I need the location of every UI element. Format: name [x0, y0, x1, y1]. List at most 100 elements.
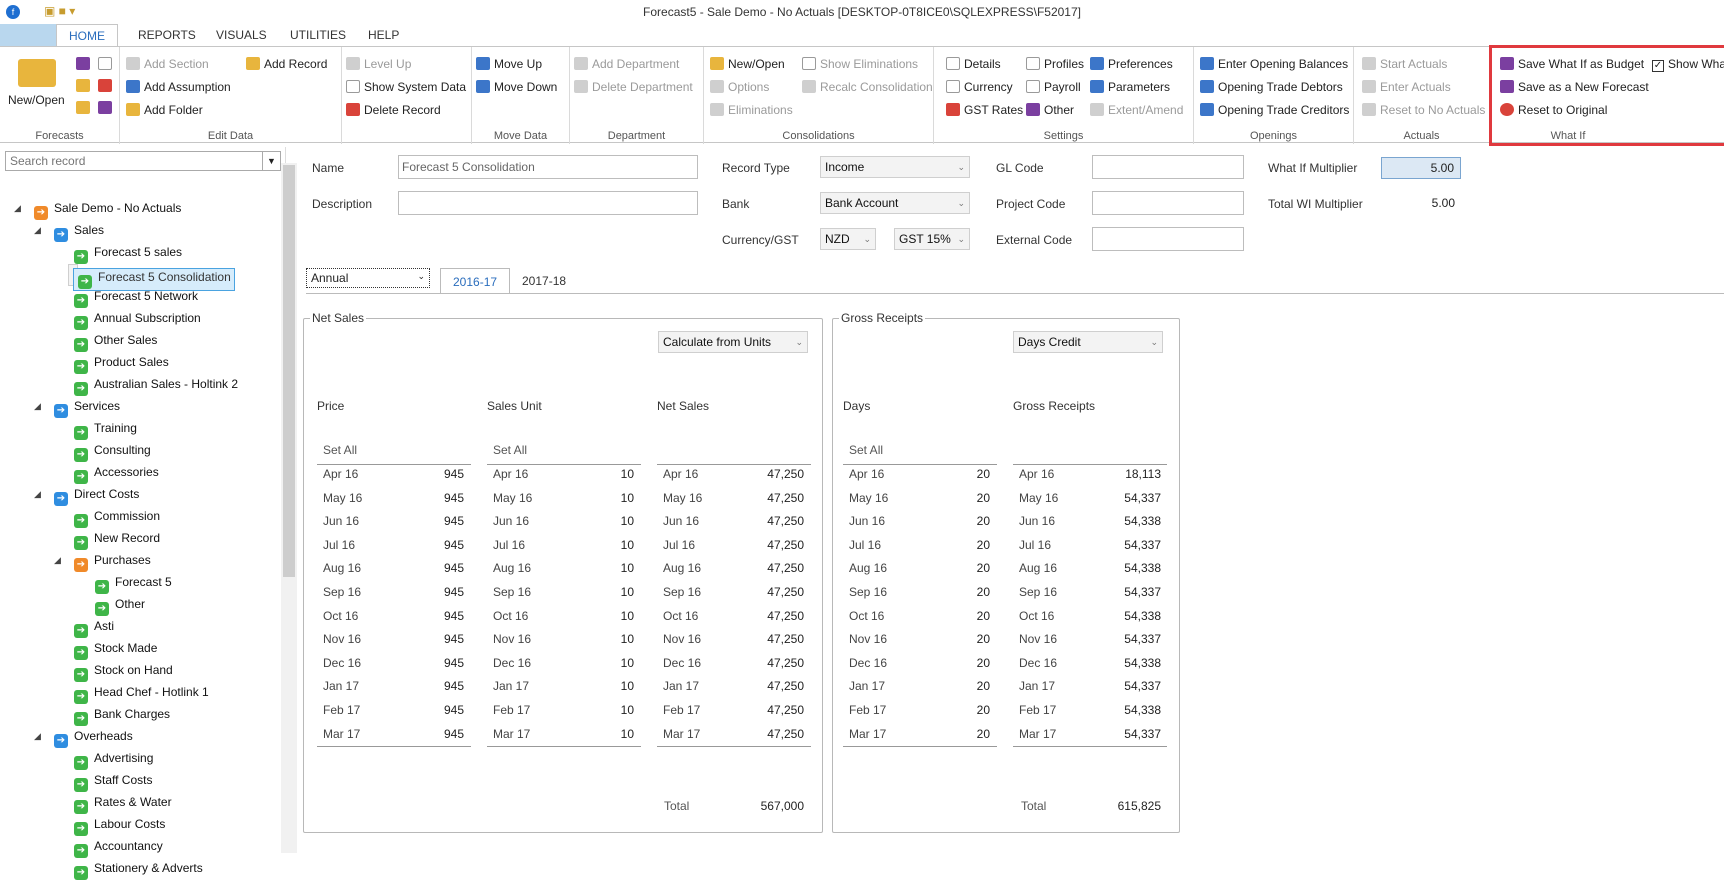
- opening-trade-creditors-button[interactable]: Opening Trade Creditors: [1200, 101, 1349, 119]
- days-cell[interactable]: 20: [930, 703, 990, 717]
- delete-record-button[interactable]: Delete Record: [346, 101, 441, 119]
- price-cell[interactable]: 945: [404, 609, 464, 623]
- tree-node-purchases[interactable]: ◢ ➔ Purchases: [54, 550, 151, 572]
- price-cell[interactable]: 945: [404, 727, 464, 741]
- tree-node-record[interactable]: ➔ Forecast 5 Network: [74, 286, 198, 308]
- days-cell[interactable]: 20: [930, 609, 990, 623]
- days-cell[interactable]: 20: [930, 585, 990, 599]
- days-cell[interactable]: 20: [930, 679, 990, 693]
- add-section-button[interactable]: Add Section: [126, 55, 209, 73]
- tree-node-record[interactable]: ➔ Other: [95, 594, 145, 616]
- tree-node-record[interactable]: ➔ Labour Costs: [74, 814, 165, 836]
- price-cell[interactable]: 945: [404, 585, 464, 599]
- gross-receipts-method-select[interactable]: Days Credit ⌄: [1013, 331, 1163, 353]
- days-cell[interactable]: 20: [930, 656, 990, 670]
- tree-node-record[interactable]: ➔ Staff Costs: [74, 770, 152, 792]
- tree-node-root[interactable]: ◢ ➔ Sale Demo - No Actuals: [14, 198, 181, 220]
- sales-unit-cell[interactable]: 10: [574, 514, 634, 528]
- delete-department-button[interactable]: Delete Department: [574, 78, 693, 96]
- description-field[interactable]: [398, 191, 698, 215]
- show-eliminations-checkbox[interactable]: Show Eliminations: [802, 55, 918, 73]
- price-cell[interactable]: 945: [404, 491, 464, 505]
- collapse-arrow-icon[interactable]: ◢: [34, 726, 41, 746]
- tab-home[interactable]: HOME: [56, 24, 118, 46]
- net-sales-method-select[interactable]: Calculate from Units ⌄: [658, 331, 808, 353]
- price-cell[interactable]: 945: [404, 632, 464, 646]
- tree-node-record[interactable]: ➔ Bank Charges: [74, 704, 170, 726]
- tree-node-direct-costs[interactable]: ◢ ➔ Direct Costs: [34, 484, 139, 506]
- tree-node-record[interactable]: ➔ Asti: [74, 616, 114, 638]
- consol-eliminations-button[interactable]: Eliminations: [710, 101, 793, 119]
- external-code-field[interactable]: [1092, 227, 1244, 251]
- extent-amend-button[interactable]: Extent/Amend: [1090, 101, 1183, 119]
- days-set-all[interactable]: Set All: [843, 441, 997, 465]
- tab-2016-17[interactable]: 2016-17: [440, 268, 511, 294]
- search-input[interactable]: [6, 152, 258, 170]
- file-tab[interactable]: [0, 24, 56, 46]
- tree-node-record[interactable]: ➔ Stock Made: [74, 638, 157, 660]
- tab-help[interactable]: HELP: [368, 28, 399, 42]
- show-system-data-button[interactable]: Show System Data: [346, 78, 466, 96]
- days-cell[interactable]: 20: [930, 561, 990, 575]
- days-cell[interactable]: 20: [930, 467, 990, 481]
- days-cell[interactable]: 20: [930, 514, 990, 528]
- tree-node-overheads[interactable]: ◢ ➔ Overheads: [34, 726, 133, 748]
- tab-visuals[interactable]: VISUALS: [216, 28, 267, 42]
- price-cell[interactable]: 945: [404, 561, 464, 575]
- tree-node-record[interactable]: ➔ Accessories: [74, 462, 159, 484]
- collapse-arrow-icon[interactable]: ◢: [54, 550, 61, 570]
- save-icon[interactable]: [76, 57, 90, 70]
- price-cell[interactable]: 945: [404, 514, 464, 528]
- move-down-button[interactable]: Move Down: [476, 78, 557, 96]
- sales-unit-cell[interactable]: 10: [574, 609, 634, 623]
- sales-unit-cell[interactable]: 10: [574, 679, 634, 693]
- consol-new-open-button[interactable]: New/Open: [710, 55, 785, 73]
- enter-opening-balances-button[interactable]: Enter Opening Balances: [1200, 55, 1348, 73]
- what-if-multiplier-field[interactable]: 5.00: [1381, 157, 1461, 179]
- tab-utilities[interactable]: UTILITIES: [290, 28, 346, 42]
- other-settings-button[interactable]: Other: [1026, 101, 1074, 119]
- parameters-button[interactable]: Parameters: [1090, 78, 1170, 96]
- details-button[interactable]: Details: [946, 55, 1001, 73]
- level-up-button[interactable]: Level Up: [346, 55, 411, 73]
- days-cell[interactable]: 20: [930, 632, 990, 646]
- tree-node-record[interactable]: ➔ Forecast 5 sales: [74, 242, 182, 264]
- price-cell[interactable]: 945: [404, 656, 464, 670]
- tree-node-record[interactable]: ➔ Head Chef - Hotlink 1: [74, 682, 209, 704]
- price-cell[interactable]: 945: [404, 467, 464, 481]
- tree-node-record[interactable]: ➔ Training: [74, 418, 137, 440]
- sales-unit-set-all[interactable]: Set All: [487, 441, 641, 465]
- sales-unit-cell[interactable]: 10: [574, 491, 634, 505]
- tree-node-services[interactable]: ◢ ➔ Services: [34, 396, 120, 418]
- sales-unit-cell[interactable]: 10: [574, 561, 634, 575]
- folder-icon[interactable]: [76, 101, 90, 114]
- sales-unit-cell[interactable]: 10: [574, 538, 634, 552]
- save-as-icon[interactable]: [98, 57, 112, 70]
- add-assumption-button[interactable]: Add Assumption: [126, 78, 231, 96]
- sales-unit-cell[interactable]: 10: [574, 656, 634, 670]
- tree-node-record[interactable]: ➔ New Record: [74, 528, 160, 550]
- opening-trade-debtors-button[interactable]: Opening Trade Debtors: [1200, 78, 1343, 96]
- collapse-arrow-icon[interactable]: ◢: [34, 484, 41, 504]
- add-department-button[interactable]: Add Department: [574, 55, 679, 73]
- tree-node-record[interactable]: ➔ Forecast 5: [95, 572, 172, 594]
- tree-node-record[interactable]: ➔ Annual Subscription: [74, 308, 201, 330]
- add-folder-button[interactable]: Add Folder: [126, 101, 203, 119]
- collapse-arrow-icon[interactable]: ◢: [34, 396, 41, 416]
- gl-code-field[interactable]: [1092, 155, 1244, 179]
- move-up-button[interactable]: Move Up: [476, 55, 542, 73]
- tree-node-record[interactable]: ➔ Rates & Water: [74, 792, 172, 814]
- tree-node-record[interactable]: ➔ Product Sales: [74, 352, 169, 374]
- tree-node-record[interactable]: ➔ Australian Sales - Holtink 2: [74, 374, 238, 396]
- tree-node-record[interactable]: ➔ Advertising: [74, 748, 153, 770]
- sales-unit-cell[interactable]: 10: [574, 467, 634, 481]
- add-record-button[interactable]: Add Record: [246, 55, 327, 73]
- sales-unit-cell[interactable]: 10: [574, 703, 634, 717]
- days-cell[interactable]: 20: [930, 727, 990, 741]
- profiles-button[interactable]: Profiles: [1026, 55, 1084, 73]
- folder-open-icon[interactable]: [18, 59, 56, 87]
- recalc-consolidation-button[interactable]: Recalc Consolidation: [802, 78, 933, 96]
- price-cell[interactable]: 945: [404, 679, 464, 693]
- price-set-all[interactable]: Set All: [317, 441, 471, 465]
- name-field[interactable]: Forecast 5 Consolidation: [398, 155, 698, 179]
